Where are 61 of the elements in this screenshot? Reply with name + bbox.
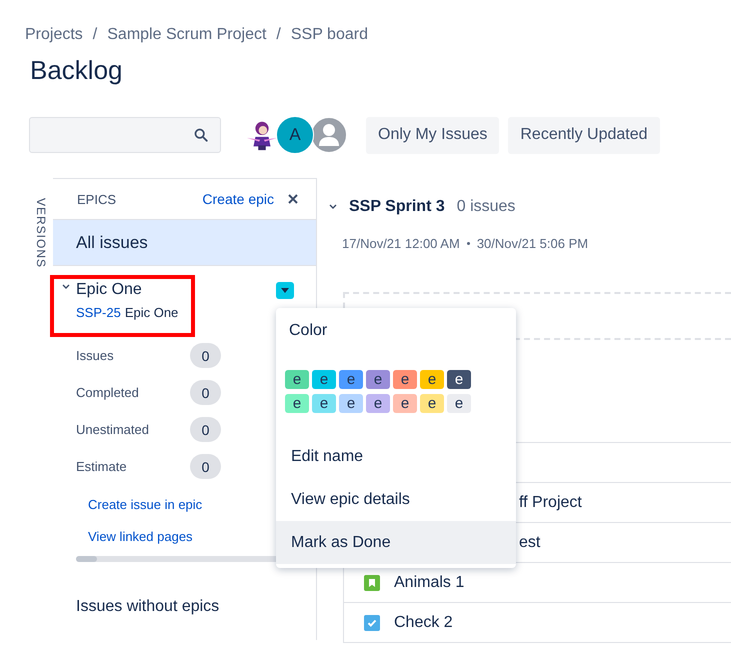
chevron-icon[interactable] <box>329 204 337 210</box>
issue-summary[interactable]: Check 2 <box>394 614 453 632</box>
issue-key[interactable]: SSP-25 <box>76 305 121 320</box>
color-swatch[interactable]: e <box>285 394 309 413</box>
stat-label: Issues <box>76 348 115 363</box>
versions-tab[interactable]: VERSIONS <box>34 198 48 268</box>
dropdown-button[interactable] <box>276 282 294 298</box>
user-avatar[interactable]: A <box>276 116 314 154</box>
all-issues-item[interactable]: All issues <box>53 219 316 266</box>
color-swatch[interactable]: e <box>420 370 444 389</box>
menu-item[interactable]: Edit name <box>276 435 516 478</box>
caret-icon <box>281 288 289 292</box>
menu-item[interactable]: Mark as Done <box>276 521 516 564</box>
create-epic-link[interactable]: Create epic <box>202 191 274 207</box>
sprint-end-date: 30/Nov/21 5:06 PM <box>476 236 588 251</box>
bookmark-icon <box>364 574 380 590</box>
color-swatch[interactable]: e <box>420 394 444 413</box>
issue-summary[interactable]: Animals 1 <box>394 574 464 592</box>
count-badge: 0 <box>190 417 221 442</box>
issue-summary[interactable]: ff Project <box>519 494 582 512</box>
user-avatar[interactable] <box>310 116 348 154</box>
color-swatch[interactable]: e <box>312 370 336 389</box>
color-swatch[interactable]: e <box>339 370 363 389</box>
count-badge: 0 <box>190 380 221 405</box>
search-field[interactable] <box>29 117 221 153</box>
color-swatch[interactable]: e <box>366 370 390 389</box>
filter-button[interactable]: Only My Issues <box>366 116 500 154</box>
color-swatch[interactable]: e <box>447 394 471 413</box>
panel-heading: EPICS <box>77 192 118 206</box>
search-icon <box>194 128 208 142</box>
count-badge: 0 <box>190 343 221 368</box>
sprint-start-date: 17/Nov/21 12:00 AM <box>342 236 460 251</box>
breadcrumb-separator: / <box>92 26 98 44</box>
color-swatch[interactable]: e <box>339 394 363 413</box>
menu-heading: Color <box>288 321 328 340</box>
checkbox-icon <box>364 614 380 630</box>
stat-label: Unestimated <box>76 422 150 437</box>
sprint-name: SSP Sprint 3 <box>349 198 445 216</box>
issue-summary[interactable]: est <box>519 534 540 552</box>
chevron-icon[interactable] <box>62 284 70 290</box>
color-swatch[interactable]: e <box>447 370 471 389</box>
close-icon[interactable] <box>288 194 298 204</box>
menu-item[interactable]: View epic details <box>276 478 516 521</box>
page-title: Backlog <box>30 55 124 86</box>
issues-without-epics-item[interactable]: Issues without epics <box>53 562 316 616</box>
epic-summary: Epic One <box>124 305 178 320</box>
breadcrumb-link[interactable]: Projects <box>25 26 83 44</box>
stat-label: Estimate <box>76 459 128 474</box>
color-swatch[interactable]: e <box>285 370 309 389</box>
issue-count: 0 issues <box>456 198 516 216</box>
breadcrumb-separator: / <box>276 26 281 44</box>
epic-name[interactable]: Epic One <box>76 281 142 299</box>
color-swatch[interactable]: e <box>312 394 336 413</box>
breadcrumb-link[interactable]: SSP board <box>290 26 368 44</box>
breadcrumb-link[interactable]: Sample Scrum Project <box>107 26 266 44</box>
color-swatch[interactable]: e <box>366 394 390 413</box>
filter-button[interactable]: Recently Updated <box>508 116 660 154</box>
stat-label: Completed <box>76 385 140 400</box>
count-badge: 0 <box>190 454 221 479</box>
color-swatch[interactable]: e <box>393 370 417 389</box>
color-swatch[interactable]: e <box>393 394 417 413</box>
